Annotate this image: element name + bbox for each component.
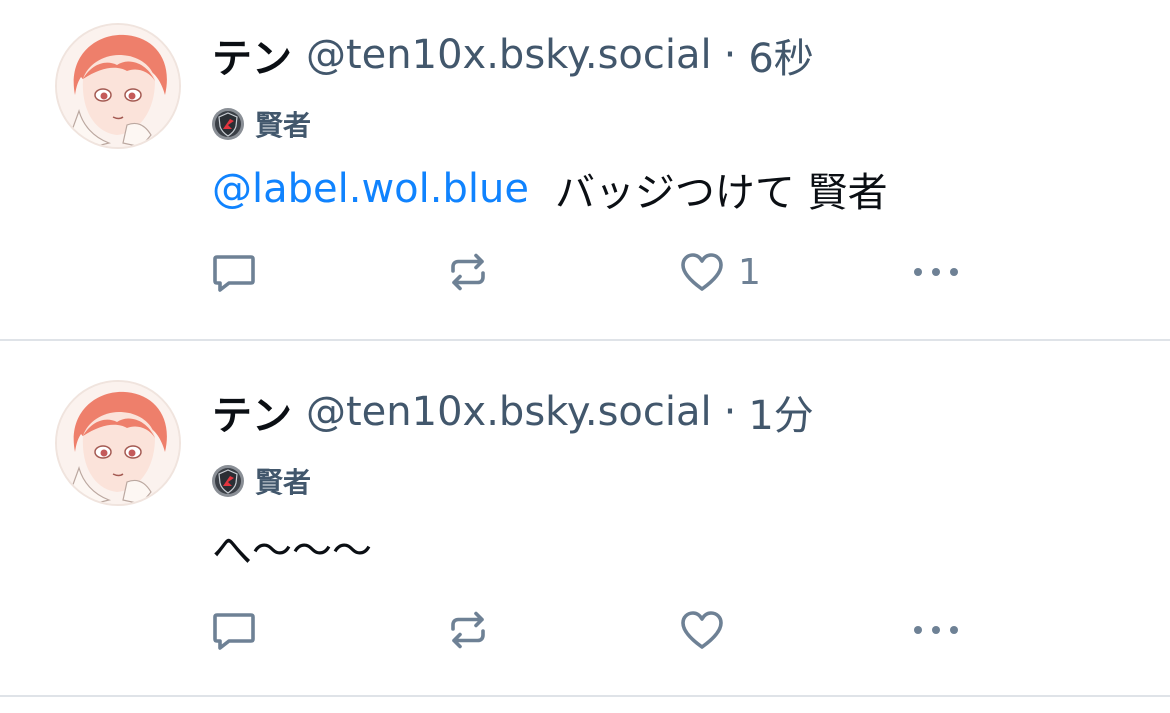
label-badge[interactable]: 賢者 xyxy=(211,105,311,143)
reply-icon xyxy=(213,255,255,292)
post-divider xyxy=(0,695,1170,697)
avatar[interactable] xyxy=(55,380,181,506)
reply-button[interactable] xyxy=(210,248,258,296)
post[interactable]: テン @ten10x.bsky.social · 6秒 賢者 @label.wo… xyxy=(0,0,1170,356)
handle[interactable]: @ten10x.bsky.social xyxy=(306,32,712,78)
like-count: 1 xyxy=(738,251,761,293)
repost-icon xyxy=(451,611,485,649)
reply-icon xyxy=(213,613,255,650)
more-icon xyxy=(914,268,958,276)
heart-icon xyxy=(681,253,723,291)
heart-icon xyxy=(681,611,723,649)
mention-link[interactable]: @label.wol.blue xyxy=(212,166,529,212)
repost-icon xyxy=(451,253,485,291)
action-bar: 1 xyxy=(0,248,1170,296)
post-divider xyxy=(0,339,1170,341)
repost-button[interactable] xyxy=(444,248,492,296)
post-body: へ〜〜〜 xyxy=(212,528,372,574)
post-header: テン @ten10x.bsky.social · 1分 xyxy=(212,384,814,440)
more-icon xyxy=(914,626,958,634)
more-options-button[interactable] xyxy=(910,248,962,296)
reply-button[interactable] xyxy=(210,606,258,654)
label-text: 賢者 xyxy=(255,466,312,499)
more-options-button[interactable] xyxy=(910,606,962,654)
separator: · xyxy=(723,32,737,78)
label-badge[interactable]: 賢者 xyxy=(211,462,311,500)
post-body: バッジつけて 賢者 xyxy=(554,170,888,216)
avatar-illustration xyxy=(57,382,179,504)
label-text: 賢者 xyxy=(255,109,312,142)
post-header: テン @ten10x.bsky.social · 6秒 xyxy=(212,27,814,83)
timestamp[interactable]: 6秒 xyxy=(748,26,813,84)
display-name[interactable]: テン xyxy=(212,383,292,441)
avatar-illustration xyxy=(57,25,179,147)
like-button[interactable] xyxy=(678,606,738,654)
shield-badge-icon xyxy=(212,465,244,497)
action-bar xyxy=(0,606,1170,654)
avatar[interactable] xyxy=(55,23,181,149)
separator: · xyxy=(723,389,737,435)
like-button[interactable]: 1 xyxy=(678,248,761,296)
post-text: へ〜〜〜 xyxy=(212,522,372,574)
post-text: @label.wol.blue バッジつけて 賢者 xyxy=(212,164,888,216)
post[interactable]: テン @ten10x.bsky.social · 1分 賢者 へ〜〜〜 xyxy=(0,357,1170,713)
timestamp[interactable]: 1分 xyxy=(748,383,813,441)
repost-button[interactable] xyxy=(444,606,492,654)
display-name[interactable]: テン xyxy=(212,26,292,84)
handle[interactable]: @ten10x.bsky.social xyxy=(306,389,712,435)
shield-badge-icon xyxy=(212,108,244,140)
